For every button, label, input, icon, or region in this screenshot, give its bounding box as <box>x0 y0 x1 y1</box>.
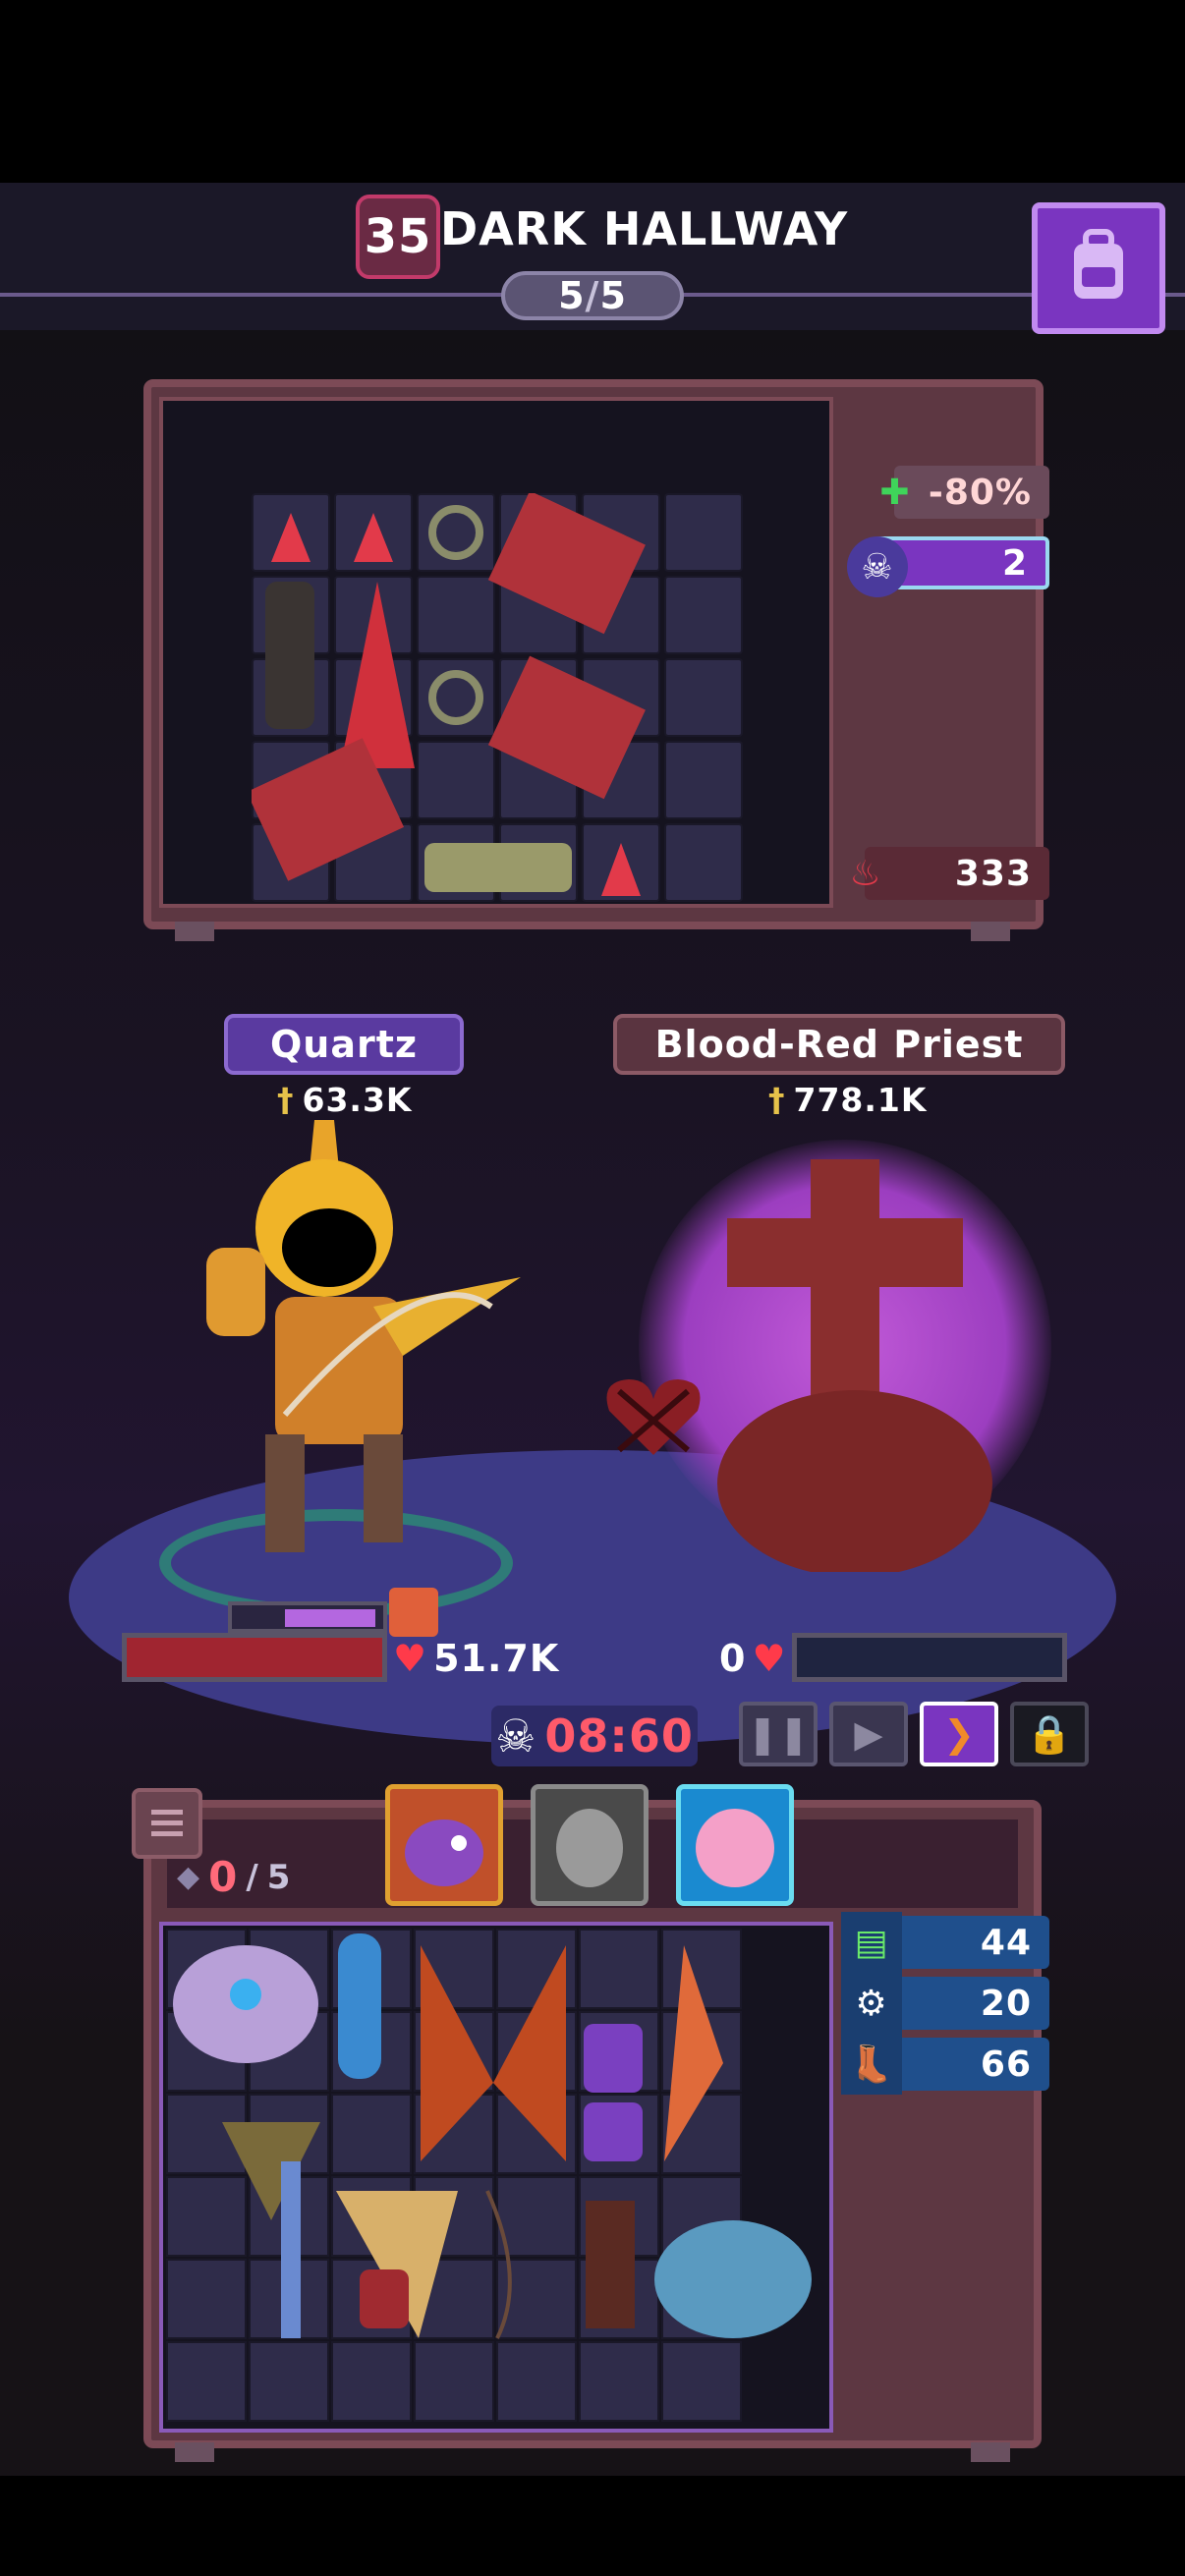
enemy-tombstone-sprite <box>717 1159 992 1572</box>
panel-leg <box>175 2442 214 2462</box>
bag-item <box>584 2024 643 2093</box>
boot-stat-tag: 👢 66 <box>841 2034 1049 2095</box>
dragon-portrait-icon <box>405 1820 483 1886</box>
bones-icon <box>424 843 572 892</box>
dragon-pet-item <box>654 2220 812 2338</box>
gem-icon: ◆ <box>177 1860 201 1894</box>
panel-leg <box>175 922 214 941</box>
potion-icon <box>271 513 310 562</box>
inventory-grid <box>159 1922 833 2433</box>
gear-icon: ⚙ <box>841 1973 902 2034</box>
party-portrait-ghost[interactable] <box>531 1784 649 1906</box>
boot-icon: 👢 <box>841 2034 902 2095</box>
enemy-loot-grid <box>159 397 833 908</box>
armor-item <box>173 1945 318 2063</box>
heart-icon: ♥ <box>393 1637 428 1680</box>
fire-status-icon <box>389 1588 438 1637</box>
heal-reduction-icon: ✚ <box>879 472 911 513</box>
book-stat-tag: ▤ 44 <box>841 1912 1049 1973</box>
hero-nameplate: Quartz <box>224 1014 464 1075</box>
bag-item <box>584 2102 643 2161</box>
skull-icon: ☠ <box>495 1709 537 1763</box>
book-stack-icon: ▤ <box>841 1912 902 1973</box>
arrow-item <box>281 2161 301 2338</box>
gear-stat-tag: ⚙ 20 <box>841 1973 1049 2034</box>
panel-leg <box>971 922 1010 941</box>
backpack-button[interactable] <box>1032 202 1165 334</box>
enemy-hp-value: 0 ♥ <box>719 1637 787 1680</box>
broken-heart-icon <box>606 1379 701 1455</box>
lamp-icon <box>265 582 314 729</box>
book-icon <box>487 493 646 635</box>
boot-item <box>586 2201 635 2328</box>
hero-hp-value: ♥ 51.7K <box>393 1637 560 1680</box>
heart-icon: ♥ <box>752 1637 787 1680</box>
panel-leg <box>971 2442 1010 2462</box>
cloak-icon <box>340 582 415 768</box>
lock-icon: 🔒 <box>1026 1711 1073 1756</box>
fast-forward-button[interactable]: ❯ <box>920 1702 998 1766</box>
list-icon <box>151 1810 183 1836</box>
backpack-icon <box>1074 229 1123 299</box>
heal-reduction-tag: ✚ -80% <box>879 466 1049 519</box>
hero-hp-bar <box>122 1633 387 1682</box>
hero-mana-fill <box>285 1609 375 1627</box>
ring-icon <box>428 505 483 560</box>
mage-portrait-icon <box>696 1809 774 1887</box>
inventory-slots <box>166 1929 812 2422</box>
potion-item <box>360 2269 409 2328</box>
pause-button[interactable]: ❚❚ <box>739 1702 818 1766</box>
battle-timer: ☠ 08:60 <box>491 1706 698 1766</box>
play-button[interactable]: ▶ <box>829 1702 908 1766</box>
skull-count-tag: ☠ 2 <box>847 536 1049 597</box>
wave-counter: 5/5 <box>501 271 684 320</box>
play-icon: ▶ <box>854 1712 883 1756</box>
enemy-power: † 778.1K <box>768 1081 928 1119</box>
stage-level-badge: 35 <box>356 195 440 279</box>
enemy-hp-bar <box>792 1633 1067 1682</box>
hero-sprite <box>206 1120 521 1552</box>
enemy-nameplate: Blood-Red Priest <box>613 1014 1065 1075</box>
book-icon <box>487 655 646 800</box>
potion-icon <box>354 513 393 562</box>
wave-total: 5 <box>599 274 627 317</box>
ghost-portrait-icon <box>556 1809 623 1887</box>
potion-icon <box>601 843 641 896</box>
loot-items <box>252 493 646 896</box>
fast-forward-icon: ❯ <box>943 1712 975 1756</box>
gem-counter: ◆ 0/5 <box>177 1853 292 1901</box>
enemy-strength-icon: ♨ <box>849 853 882 894</box>
lock-button[interactable]: 🔒 <box>1010 1702 1089 1766</box>
bottom-safe-area <box>0 2476 1185 2576</box>
pause-icon: ❚❚ <box>747 1712 810 1756</box>
skull-icon: ☠ <box>847 536 908 597</box>
menu-button[interactable] <box>132 1788 202 1859</box>
sword-icon: † <box>768 1081 786 1119</box>
ring-icon <box>428 670 483 725</box>
enemy-strength-tag: ♨ 333 <box>849 847 1049 900</box>
wave-current: 5 <box>558 274 586 317</box>
shield-item <box>338 1933 381 2079</box>
party-portrait-mage[interactable] <box>676 1784 794 1906</box>
stage-title: DARK HALLWAY <box>440 202 849 255</box>
party-portrait-dragon[interactable] <box>385 1784 503 1906</box>
